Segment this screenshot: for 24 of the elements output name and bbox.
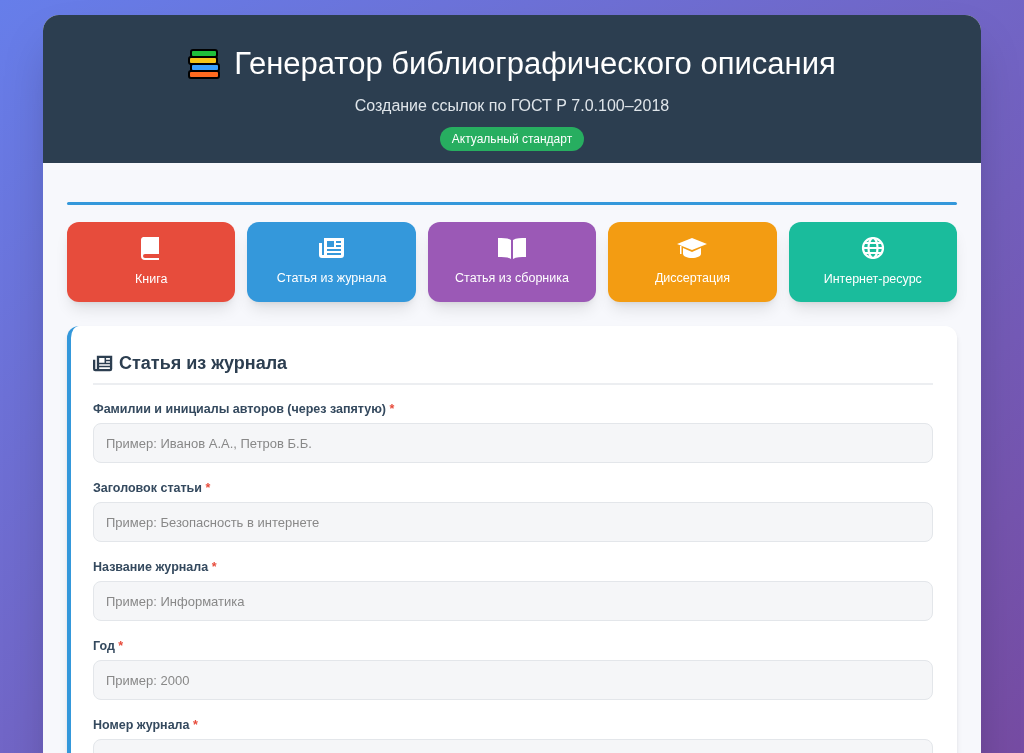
- source-type-button[interactable]: Статья из сборника: [427, 222, 597, 302]
- input-field[interactable]: Пример: Иванов А.А., Петров Б.Б.: [93, 423, 933, 463]
- field-label: Название журнала *: [93, 559, 218, 575]
- field-label: Фамилии и инициалы авторов (через запятую) *: [93, 401, 396, 417]
- source-type-button[interactable]: Интернет-ресурс: [788, 222, 957, 302]
- page-subtitle: Создание ссылок по ГОСТ Р 7.0.100–2018: [354, 95, 670, 116]
- input-field[interactable]: Пример: Информатика: [93, 581, 933, 621]
- source-type-button[interactable]: Книга: [67, 222, 236, 302]
- field-label: Заголовок статьи *: [93, 480, 212, 496]
- page-title: Генератор библиографического описания: [234, 45, 836, 83]
- field-label: Номер журнала *: [93, 717, 199, 733]
- graduation-cap-icon: [676, 236, 709, 259]
- newspaper-icon: [93, 355, 113, 372]
- input-field[interactable]: Пример: 2000: [93, 660, 933, 700]
- books-icon: [188, 48, 223, 81]
- source-type-button[interactable]: Статья из журнала: [247, 222, 416, 302]
- open-book-icon: [497, 236, 527, 259]
- status-badge: Актуальный стандарт: [439, 126, 585, 151]
- newspaper-icon: [318, 236, 345, 259]
- input-field[interactable]: Пример: Безопасность в интернете: [93, 502, 933, 542]
- source-type-button[interactable]: Диссертация: [608, 222, 777, 302]
- globe-icon: [860, 235, 885, 260]
- field-label: Год *: [93, 638, 125, 654]
- form-title: Статья из журнала: [119, 352, 288, 375]
